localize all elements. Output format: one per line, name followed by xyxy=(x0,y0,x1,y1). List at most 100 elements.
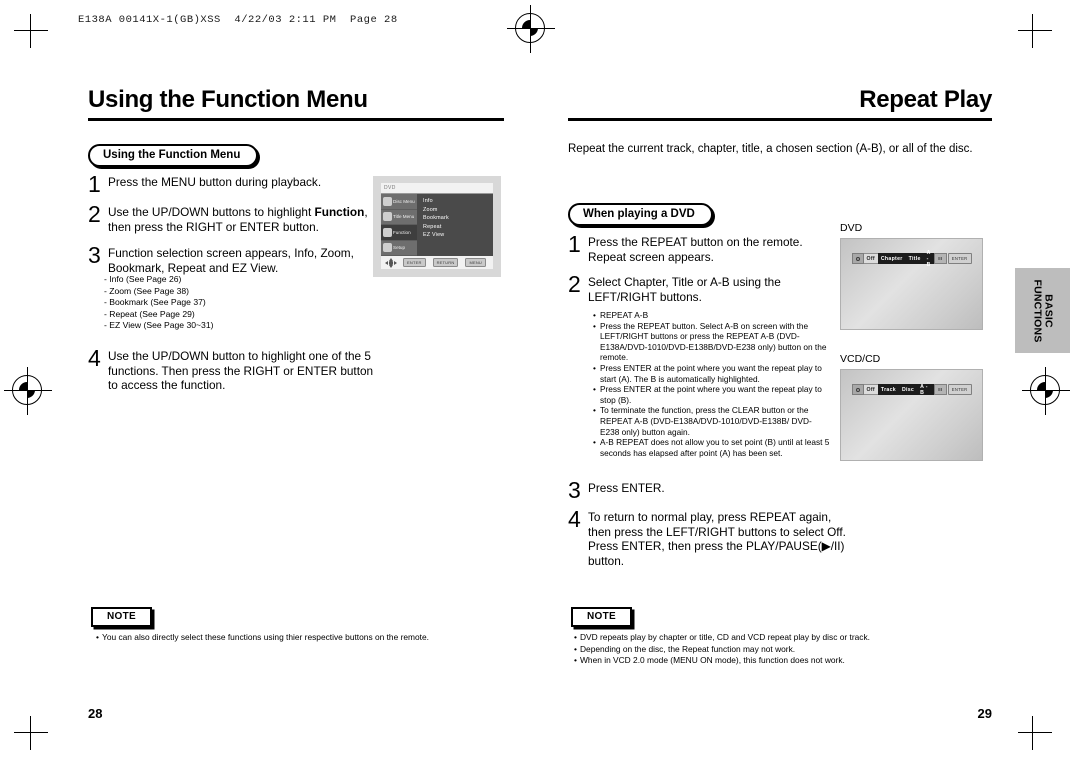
note-item-text: You can also directly select these funct… xyxy=(102,632,429,642)
note-item: • When in VCD 2.0 mode (MENU ON mode), t… xyxy=(574,655,994,667)
repeat-option-off[interactable]: Off xyxy=(863,253,878,264)
repeat-option-chapter[interactable]: Chapter xyxy=(877,253,906,264)
page-number: 29 xyxy=(977,706,992,721)
dpad-icon xyxy=(384,257,397,268)
bullet-icon: • xyxy=(593,405,596,416)
step-2: 2 Use the UP/DOWN buttons to highlight F… xyxy=(88,202,378,234)
tv-key-enter[interactable]: ENTER xyxy=(403,258,426,267)
title-rule xyxy=(568,118,992,121)
step-number: 3 xyxy=(88,242,101,268)
step-number: 4 xyxy=(568,506,581,532)
step-4: 4 To return to normal play, press REPEAT… xyxy=(568,507,853,568)
list-item: • To terminate the function, press the C… xyxy=(593,405,831,437)
bullet-icon: • xyxy=(593,362,596,373)
note-badge: NOTE xyxy=(571,607,632,627)
vcd-cd-repeat-screenshot: Off Track Disc A - B ⅡⅡ ENTER xyxy=(840,369,983,461)
tv-screen: DVD Disc Menu Title Menu Function Setup … xyxy=(381,183,493,269)
repeat-end-key-icon: ⅡⅡ xyxy=(934,253,947,264)
list-item: • REPEAT A-B xyxy=(593,310,831,321)
step-text: Press the MENU button during playback. xyxy=(108,175,322,189)
step-number: 3 xyxy=(568,477,581,503)
bullet-icon: • xyxy=(593,384,596,395)
repeat-option-off[interactable]: Off xyxy=(863,384,878,395)
repeat-option-ab[interactable]: A - B xyxy=(923,250,935,268)
note-item: • You can also directly select these fun… xyxy=(96,632,496,644)
step-4: 4 Use the UP/DOWN button to highlight on… xyxy=(88,346,388,393)
right-page: Repeat Play Repeat the current track, ch… xyxy=(540,0,1080,763)
section-pill-heading: Using the Function Menu xyxy=(88,144,259,167)
function-menu-screenshot: DVD Disc Menu Title Menu Function Setup … xyxy=(373,176,501,277)
step-text: Use the UP/DOWN button to highlight one … xyxy=(108,349,374,392)
repeat-option-ab[interactable]: A - B xyxy=(917,384,935,396)
step-number: 2 xyxy=(568,271,581,297)
tv-key-menu[interactable]: MENU xyxy=(465,258,487,267)
repeat-enter-key[interactable]: ENTER xyxy=(947,253,972,264)
step-1: 1 Press the REPEAT button on the remote.… xyxy=(568,232,828,264)
tv-sidebar-label: Title Menu xyxy=(393,214,415,220)
tv-sidebar-item-setup[interactable]: Setup xyxy=(381,241,417,256)
list-item-text: Press ENTER at the point where you want … xyxy=(600,384,822,405)
repeat-option-disc[interactable]: Disc xyxy=(898,384,918,395)
step-3: 3 Function selection screen appears, Inf… xyxy=(88,243,378,275)
note-item: • DVD repeats play by chapter or title, … xyxy=(574,632,994,644)
section-pill-heading: When playing a DVD xyxy=(568,203,713,226)
list-item-text: To terminate the function, press the CLE… xyxy=(600,405,812,437)
step-text: Select Chapter, Title or A-B using the LE… xyxy=(588,275,781,304)
tv-key-return[interactable]: RETURN xyxy=(432,258,459,267)
tv-sidebar-label: Function xyxy=(393,229,411,235)
step-number: 1 xyxy=(88,171,101,197)
tv-sidebar-item-title-menu[interactable]: Title Menu xyxy=(381,210,417,225)
list-item: • Press the REPEAT button. Select A-B on… xyxy=(593,321,831,363)
list-item: • Press ENTER at the point where you wan… xyxy=(593,363,831,384)
repeat-enter-key[interactable]: ENTER xyxy=(947,384,972,395)
tv-sidebar-label: Setup xyxy=(393,245,406,251)
step-text: To return to normal play, press REPEAT a… xyxy=(588,510,846,568)
disc-menu-icon xyxy=(383,196,392,206)
step-text: Press ENTER. xyxy=(588,481,665,495)
list-item: • Press ENTER at the point where you wan… xyxy=(593,384,831,405)
repeat-loop-icon xyxy=(851,253,864,264)
bullet-icon: • xyxy=(593,320,596,331)
tv-disc-type-label: DVD xyxy=(381,183,493,194)
list-item-text: REPEAT A-B xyxy=(600,310,649,320)
tv-menu-item-repeat[interactable]: Repeat xyxy=(423,223,493,232)
tv-menu-body: Disc Menu Title Menu Function Setup Info… xyxy=(381,194,493,256)
tv-sidebar-label: Disc Menu xyxy=(393,198,415,204)
tv-sidebar-item-disc-menu[interactable]: Disc Menu xyxy=(381,194,417,210)
screen-label-dvd: DVD xyxy=(840,222,863,234)
tv-menu-item-zoom[interactable]: Zoom xyxy=(423,206,493,215)
intro-paragraph: Repeat the current track, chapter, title… xyxy=(568,143,973,155)
list-item-text: A-B REPEAT does not allow you to set poi… xyxy=(600,437,830,458)
bullet-icon: • xyxy=(593,437,596,448)
section-thumb-tab-label: BASIC FUNCTIONS xyxy=(1031,278,1055,343)
bullet-icon: • xyxy=(593,310,596,320)
repeat-option-track[interactable]: Track xyxy=(877,384,899,395)
tv-menu-item-bookmark[interactable]: Bookmark xyxy=(423,214,493,223)
page-number: 28 xyxy=(88,706,103,721)
dvd-repeat-screenshot: Off Chapter Title A - B ⅡⅡ ENTER xyxy=(840,238,983,330)
list-item: - Bookmark (See Page 37) xyxy=(104,297,206,308)
step-number: 4 xyxy=(88,345,101,371)
tv-sidebar-item-function[interactable]: Function xyxy=(381,225,417,241)
repeat-option-bar: Off Track Disc A - B ⅡⅡ ENTER xyxy=(851,384,972,396)
tv-sidebar: Disc Menu Title Menu Function Setup xyxy=(381,194,417,256)
list-item: - Repeat (See Page 29) xyxy=(104,308,195,319)
step-number: 1 xyxy=(568,231,581,257)
note-item-text: DVD repeats play by chapter or title, CD… xyxy=(580,632,870,642)
repeat-loop-icon xyxy=(851,384,864,395)
note-list: • You can also directly select these fun… xyxy=(96,632,496,644)
repeat-option-bar: Off Chapter Title A - B ⅡⅡ ENTER xyxy=(851,250,972,268)
screen-label-vcd-cd: VCD/CD xyxy=(840,353,881,365)
list-item-text: Press ENTER at the point where you want … xyxy=(600,362,822,384)
tv-menu-item-ez-view[interactable]: EZ View xyxy=(423,231,493,240)
repeat-option-title[interactable]: Title xyxy=(905,253,924,264)
list-item: - Info (See Page 26) xyxy=(104,274,182,284)
list-item: - Zoom (See Page 38) xyxy=(104,285,190,296)
step-3: 3 Press ENTER. xyxy=(568,478,838,502)
repeat-ab-detail-list: • REPEAT A-B • Press the REPEAT button. … xyxy=(593,310,831,458)
function-icon xyxy=(383,227,392,237)
repeat-end-key-icon: ⅡⅡ xyxy=(934,384,947,395)
note-list: • DVD repeats play by chapter or title, … xyxy=(574,632,994,667)
step-2: 2 Select Chapter, Title or A-B using the… xyxy=(568,272,828,304)
tv-menu-item-info[interactable]: Info xyxy=(423,197,493,206)
